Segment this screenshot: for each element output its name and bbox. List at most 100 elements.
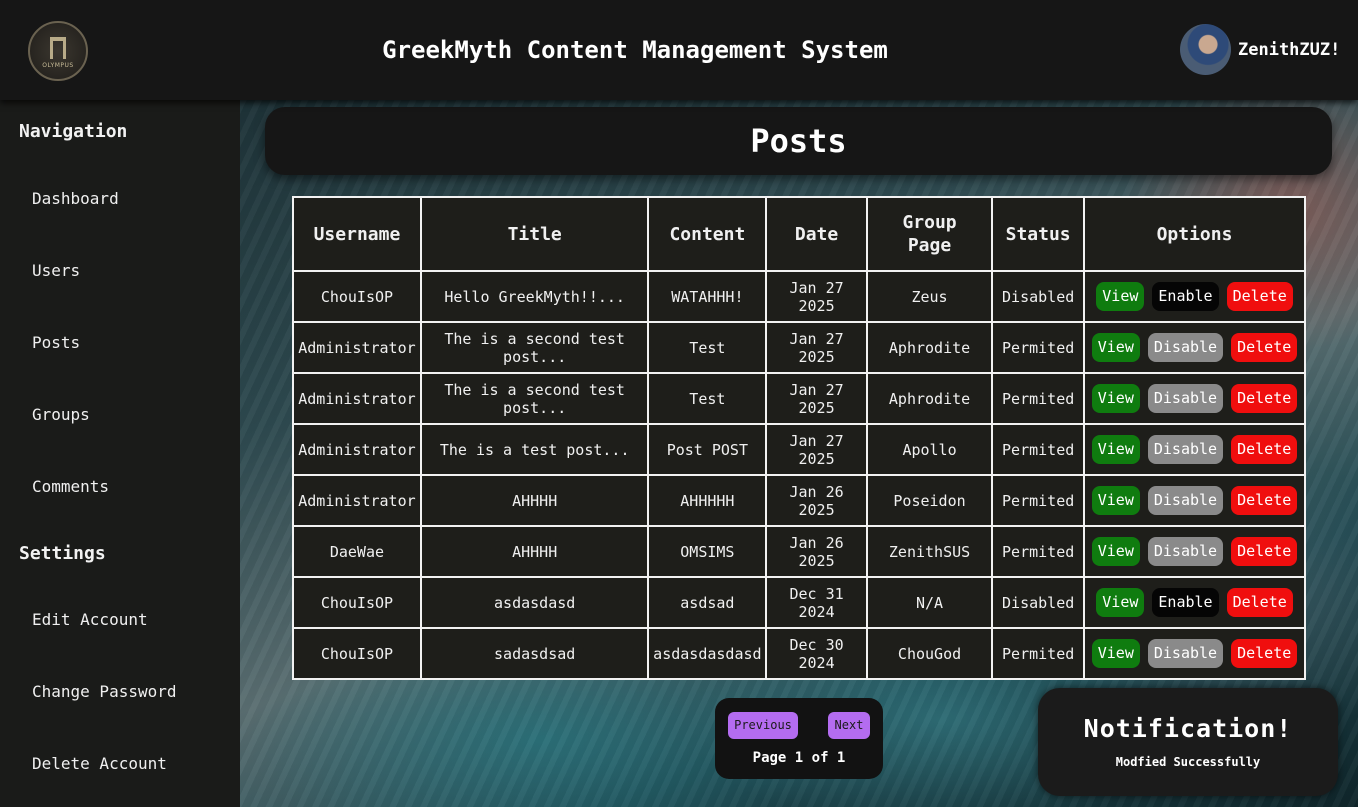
cell-date: Jan 27 2025 [765,270,868,323]
cell-group-page: N/A [865,576,994,629]
disable-button[interactable]: Disable [1147,435,1224,464]
view-button[interactable]: View [1091,639,1140,668]
cell-date: Jan 27 2025 [765,321,868,374]
column-header-status: Status [991,196,1086,272]
view-button[interactable]: View [1091,384,1140,413]
cell-content: asdsad [647,576,768,629]
sidebar: Navigation Dashboard Users Posts Groups … [0,100,240,807]
disable-button[interactable]: Disable [1147,384,1224,413]
view-button[interactable]: View [1096,588,1145,617]
cell-content-text: Post POST [666,440,748,459]
cell-date: Dec 30 2024 [765,627,868,680]
cell-title-text: AHHHH [512,542,558,561]
previous-button[interactable]: Previous [728,712,798,739]
cell-group-page: Poseidon [865,474,994,527]
sidebar-item-users[interactable]: Users [32,261,80,280]
cell-username: ChouIsOP [292,627,422,680]
settings-heading: Settings [19,543,106,564]
app-title: GreekMyth Content Management System [382,36,888,64]
enable-button[interactable]: Enable [1152,282,1219,311]
cell-title: AHHHH [419,474,650,527]
cell-group-page-text: N/A [915,593,944,612]
cell-content: Test [647,321,768,374]
cell-username-text: Administrator [298,440,416,459]
notification-title: Notification! [1083,714,1293,743]
view-button[interactable]: View [1091,435,1140,464]
cell-group-page: Apollo [865,423,994,476]
cell-content-text: Test [689,389,726,408]
delete-button[interactable]: Delete [1231,639,1298,668]
navigation-heading: Navigation [19,121,128,142]
cell-group-page: Zeus [865,270,994,323]
sidebar-item-groups[interactable]: Groups [32,405,90,424]
cell-options: View Disable Delete [1083,423,1306,476]
sidebar-item-comments[interactable]: Comments [32,477,109,496]
cell-status-text: Permited [1002,440,1075,459]
table-row: ChouIsOP sadasdsad asdasdasdasd Dec 30 2024… [292,627,1306,680]
cell-content-text: Test [689,338,726,357]
table-row: Administrator The is a second test post..… [292,321,1306,374]
delete-button[interactable]: Delete [1231,486,1298,515]
view-button[interactable]: View [1096,282,1145,311]
delete-button[interactable]: Delete [1231,435,1298,464]
cell-date-text: Jan 27 2025 [789,329,844,366]
cell-status-text: Permited [1002,542,1075,561]
view-button[interactable]: View [1091,486,1140,515]
sidebar-item-posts[interactable]: Posts [32,333,80,352]
column-header-title: Title [419,196,650,272]
page-indicator: Page 1 of 1 [752,750,846,766]
cell-status-text: Disabled [1002,287,1075,306]
table-row: ChouIsOP Hello GreekMyth!!... WATAHHH! Jan … [292,270,1306,323]
posts-table: Username Title Content Date Group Page S… [292,196,1306,680]
sidebar-item-edit-account[interactable]: Edit Account [32,610,148,629]
cell-group-page: Aphrodite [865,321,994,374]
column-header-content: Content [647,196,768,272]
cell-options: View Disable Delete [1083,627,1306,680]
current-username[interactable]: ZenithZUZ! [1238,40,1340,60]
table-row: Administrator The is a second test post..… [292,372,1306,425]
group-page-label: Group Page [902,212,957,256]
cell-content: Test [647,372,768,425]
notification-toast: Notification! Modfied Successfully [1038,688,1338,796]
cell-username-text: Administrator [298,491,416,510]
cell-status: Disabled [991,576,1086,629]
delete-button[interactable]: Delete [1231,384,1298,413]
disable-button[interactable]: Disable [1147,486,1224,515]
cell-status-text: Permited [1002,389,1075,408]
cell-username-text: ChouIsOP [320,644,394,663]
cell-title-text: The is a test post... [439,440,630,459]
table-row: DaeWae AHHHH OMSIMS Jan 26 2025 ZenithSUS Per… [292,525,1306,578]
cell-username: DaeWae [292,525,422,578]
disable-button[interactable]: Disable [1147,639,1224,668]
cell-username: ChouIsOP [292,576,422,629]
cell-options: View Disable Delete [1083,321,1306,374]
cell-status-text: Permited [1002,338,1075,357]
view-button[interactable]: View [1091,537,1140,566]
cell-username: ChouIsOP [292,270,422,323]
cell-date-text: Dec 31 2024 [789,584,844,621]
cell-username-text: Administrator [298,389,416,408]
avatar[interactable] [1180,24,1231,75]
delete-button[interactable]: Delete [1226,282,1293,311]
sidebar-item-change-password[interactable]: Change Password [32,682,177,701]
cell-group-page-text: ZenithSUS [888,542,971,561]
enable-button[interactable]: Enable [1152,588,1219,617]
cell-date-text: Jan 26 2025 [789,533,844,570]
disable-button[interactable]: Disable [1147,537,1224,566]
cell-username: Administrator [292,321,422,374]
sidebar-item-delete-account[interactable]: Delete Account [32,754,167,773]
table-header-row: Username Title Content Date Group Page S… [292,196,1306,272]
delete-button[interactable]: Delete [1226,588,1293,617]
cell-group-page: ChouGod [865,627,994,680]
next-button[interactable]: Next [828,712,870,739]
cell-options: View Disable Delete [1083,525,1306,578]
cell-date-text: Jan 27 2025 [789,278,844,315]
delete-button[interactable]: Delete [1231,537,1298,566]
cell-status: Permited [991,321,1086,374]
view-button[interactable]: View [1091,333,1140,362]
delete-button[interactable]: Delete [1231,333,1298,362]
cell-group-page-text: Aphrodite [888,338,971,357]
disable-button[interactable]: Disable [1147,333,1224,362]
sidebar-item-dashboard[interactable]: Dashboard [32,189,119,208]
cell-group-page-text: Zeus [911,287,948,306]
